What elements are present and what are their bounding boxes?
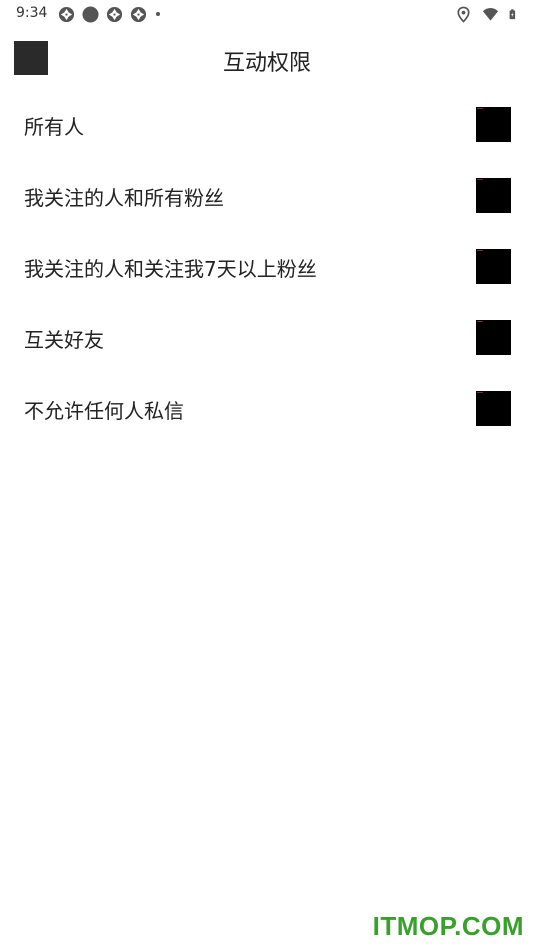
- battery-charging-icon: [509, 8, 516, 19]
- option-label: 我关注的人和关注我7天以上粉丝: [24, 257, 317, 281]
- circle-icon: [82, 5, 99, 23]
- dot-icon: [156, 12, 160, 16]
- option-label: 互关好友: [24, 328, 104, 352]
- option-row-everyone[interactable]: 所有人: [0, 89, 534, 160]
- notification-icons: [58, 5, 160, 23]
- option-checkbox[interactable]: [476, 391, 511, 426]
- aperture-icon: [106, 6, 123, 22]
- option-row-following-and-all-fans[interactable]: 我关注的人和所有粉丝: [0, 160, 534, 231]
- option-row-no-one[interactable]: 不允许任何人私信: [0, 373, 534, 444]
- screen: 9:34 互动权限 所有人 我关注的人和所有粉丝 我关注的人和关注我7天以上粉丝…: [0, 0, 534, 950]
- wifi-icon: [482, 7, 499, 21]
- system-icons: [455, 5, 520, 23]
- option-checkbox[interactable]: [476, 178, 511, 213]
- option-row-mutual-friends[interactable]: 互关好友: [0, 302, 534, 373]
- status-bar: 9:34: [0, 0, 534, 28]
- option-checkbox[interactable]: [476, 320, 511, 355]
- location-icon: [457, 6, 470, 23]
- option-label: 所有人: [24, 115, 84, 139]
- aperture-icon: [130, 6, 147, 22]
- aperture-icon: [58, 6, 75, 22]
- app-header: 互动权限: [0, 36, 534, 84]
- option-row-following-and-7day-fans[interactable]: 我关注的人和关注我7天以上粉丝: [0, 231, 534, 302]
- page-title: 互动权限: [222, 51, 311, 76]
- status-time: 9:34: [16, 5, 48, 21]
- permission-options-list: 所有人 我关注的人和所有粉丝 我关注的人和关注我7天以上粉丝 互关好友 不允许任…: [0, 89, 534, 444]
- option-checkbox[interactable]: [476, 107, 511, 142]
- option-label: 不允许任何人私信: [24, 399, 184, 423]
- watermark: ITMOP.COM: [372, 911, 524, 941]
- option-checkbox[interactable]: [476, 249, 511, 284]
- option-label: 我关注的人和所有粉丝: [24, 186, 224, 210]
